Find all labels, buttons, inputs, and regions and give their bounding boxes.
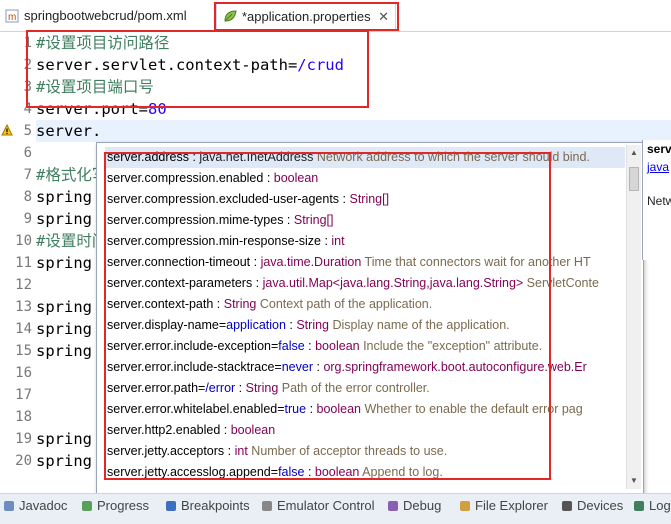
line-number: 8 — [23, 189, 32, 205]
tab-application-properties[interactable]: *application.properties ✕ — [216, 2, 396, 29]
line-number: 5 — [23, 123, 32, 139]
proposal-item[interactable]: server.display-name=application : String… — [107, 315, 510, 336]
current-line-highlight — [36, 120, 671, 142]
line-number: 17 — [15, 387, 32, 403]
line-number: 11 — [15, 255, 32, 271]
line-number: 6 — [23, 145, 32, 161]
code-line: spring — [36, 254, 92, 272]
scroll-thumb[interactable] — [629, 167, 639, 191]
emulator-icon — [262, 500, 272, 511]
doc-text: Netw — [647, 194, 671, 208]
code-line: spring — [36, 342, 92, 360]
proposal-item[interactable]: server.error.path=/error : String Path o… — [107, 378, 430, 399]
editor-tab-bar: m springbootwebcrud/pom.xml *application… — [0, 0, 671, 32]
tab-debug[interactable]: Debug — [388, 498, 441, 513]
code-line: spring — [36, 188, 92, 206]
maven-icon: m — [5, 9, 19, 23]
close-icon[interactable]: ✕ — [378, 9, 389, 25]
code-line-comment: #设置项目访问路径 — [36, 34, 170, 52]
proposal-item[interactable]: server.http2.enabled : boolean — [107, 420, 275, 441]
doc-title: serv — [647, 142, 671, 156]
tab-label: springbootwebcrud/pom.xml — [24, 8, 187, 23]
code-line: server.port=80 — [36, 100, 167, 118]
proposal-item[interactable]: server.context-parameters : java.util.Ma… — [107, 273, 599, 294]
proposal-item[interactable]: server.error.include-stacktrace=never : … — [107, 357, 587, 378]
proposal-item[interactable]: server.address : java.net.InetAddress Ne… — [107, 147, 590, 168]
line-number: 16 — [15, 365, 32, 381]
tab-emulator-control[interactable]: Emulator Control — [262, 498, 375, 513]
proposal-item[interactable]: server.compression.min-response-size : i… — [107, 231, 345, 252]
code-line: server.servlet.context-path=/crud — [36, 56, 344, 74]
tab-log[interactable]: Log — [634, 498, 671, 513]
tab-breakpoints[interactable]: Breakpoints — [166, 498, 250, 513]
scroll-down-icon[interactable]: ▼ — [628, 475, 640, 487]
devices-icon — [562, 500, 572, 511]
code-line-comment: #设置项目端口号 — [36, 78, 154, 96]
code-line: spring — [36, 320, 92, 338]
line-number: 18 — [15, 409, 32, 425]
line-number: 4 — [23, 101, 32, 117]
proposal-item[interactable]: server.compression.enabled : boolean — [107, 168, 318, 189]
debug-icon — [388, 500, 398, 511]
tab-progress[interactable]: Progress — [82, 498, 149, 513]
tab-devices[interactable]: Devices — [562, 498, 623, 513]
line-number: 14 — [15, 321, 32, 337]
line-number: 1 — [23, 35, 32, 51]
code-line: spring — [36, 452, 92, 470]
line-number: 19 — [15, 431, 32, 447]
javadoc-icon — [4, 500, 14, 511]
code-line: spring — [36, 430, 92, 448]
proposal-item[interactable]: server.error.whitelabel.enabled=true : b… — [107, 399, 583, 420]
breakpoints-icon — [166, 500, 176, 511]
scroll-up-icon[interactable]: ▲ — [628, 147, 640, 159]
proposal-item[interactable]: server.compression.excluded-user-agents … — [107, 189, 389, 210]
content-assist-popup[interactable]: server.address : java.net.InetAddress Ne… — [96, 142, 644, 494]
progress-icon — [82, 500, 92, 511]
proposal-scrollbar[interactable]: ▲ ▼ — [626, 145, 641, 489]
proposal-item[interactable]: server.jetty.accesslog.append=false : bo… — [107, 462, 443, 483]
proposal-list[interactable]: server.address : java.net.InetAddress Ne… — [97, 147, 625, 483]
line-number: 7 — [23, 167, 32, 183]
code-line: spring — [36, 298, 92, 316]
tab-javadoc[interactable]: Javadoc — [4, 498, 67, 513]
proposal-item[interactable]: server.error.include-exception=false : b… — [107, 336, 542, 357]
line-number: 10 — [15, 233, 32, 249]
tab-label: *application.properties — [242, 8, 371, 24]
proposal-item[interactable]: server.context-path : String Context pat… — [107, 294, 432, 315]
line-number: 3 — [23, 79, 32, 95]
log-icon — [634, 500, 644, 511]
tab-file-explorer[interactable]: File Explorer — [460, 498, 548, 513]
leaf-properties-icon — [224, 10, 237, 22]
line-number: 20 — [15, 453, 32, 469]
proposal-item[interactable]: server.jetty.acceptors : int Number of a… — [107, 441, 447, 462]
tab-pom-xml[interactable]: m springbootwebcrud/pom.xml — [0, 2, 216, 29]
code-line-current: server. — [36, 122, 102, 140]
code-line: spring — [36, 210, 92, 228]
line-number: 13 — [15, 299, 32, 315]
doc-type-link[interactable]: java — [647, 160, 669, 174]
line-number: 15 — [15, 343, 32, 359]
svg-text:m: m — [8, 12, 16, 23]
proposal-item[interactable]: server.connection-timeout : java.time.Du… — [107, 252, 591, 273]
proposal-item[interactable]: server.compression.mime-types : String[] — [107, 210, 333, 231]
folder-icon — [460, 500, 470, 511]
line-number-gutter: 1 2 3 4 5 6 7 8 9 10 11 12 13 14 15 16 1… — [14, 32, 34, 487]
bottom-view-tabs: Javadoc Progress Breakpoints Emulator Co… — [0, 493, 671, 524]
proposal-doc-panel: serv java Netw — [642, 140, 671, 260]
line-number: 12 — [15, 277, 32, 293]
line-number: 2 — [23, 57, 32, 73]
line-number: 9 — [23, 211, 32, 227]
